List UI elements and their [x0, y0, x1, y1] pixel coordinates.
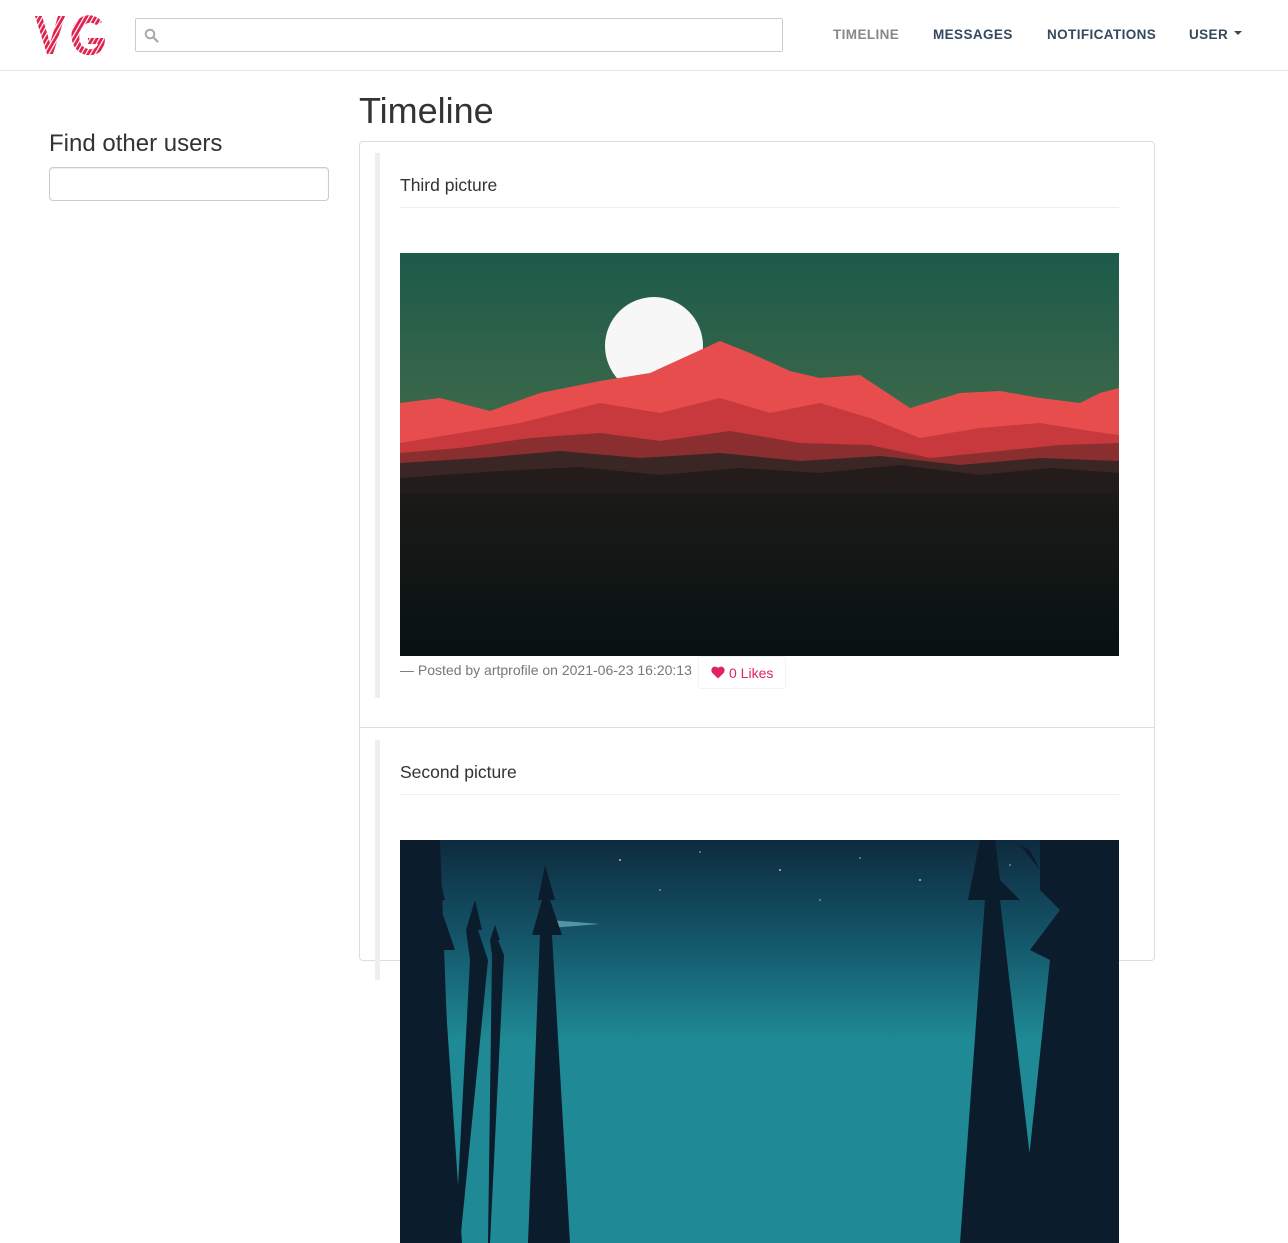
post-image[interactable] [400, 253, 1119, 656]
post-divider [400, 207, 1119, 208]
find-users-heading: Find other users [49, 130, 223, 157]
search-icon [144, 28, 159, 43]
likes-count: 0 Likes [729, 664, 774, 681]
global-search[interactable] [135, 18, 783, 52]
like-button[interactable]: 0 Likes [698, 656, 787, 689]
nav-timeline[interactable]: TIMELINE [833, 27, 899, 42]
heart-icon [711, 666, 725, 679]
find-users-input[interactable] [49, 167, 329, 201]
post-title: Second picture [400, 762, 517, 782]
page-title: Timeline [359, 90, 494, 131]
post-divider [400, 794, 1119, 795]
nav-notifications[interactable]: NOTIFICATIONS [1047, 27, 1156, 42]
caret-down-icon [1234, 31, 1243, 36]
vg-logo[interactable] [32, 10, 108, 60]
post-body: Third picture — Posted by artprofile on … [375, 153, 1139, 698]
post-image[interactable] [400, 840, 1119, 1243]
timeline-post: Third picture — Posted by artprofile on … [360, 142, 1154, 728]
nav-messages[interactable]: MESSAGES [933, 27, 1013, 42]
timeline-post: Second picture [360, 729, 1154, 1243]
post-body: Second picture [375, 740, 1139, 1243]
nav-user-label: USER [1189, 27, 1229, 42]
navbar: TIMELINE MESSAGES NOTIFICATIONS USER [0, 0, 1288, 71]
post-title: Third picture [400, 175, 498, 195]
timeline-panel: Third picture — Posted by artprofile on … [359, 141, 1155, 1243]
post-meta: — Posted by artprofile on 2021-06-23 16:… [400, 662, 692, 678]
nav-user-dropdown[interactable]: USER [1189, 27, 1243, 42]
global-search-input[interactable] [164, 20, 778, 50]
